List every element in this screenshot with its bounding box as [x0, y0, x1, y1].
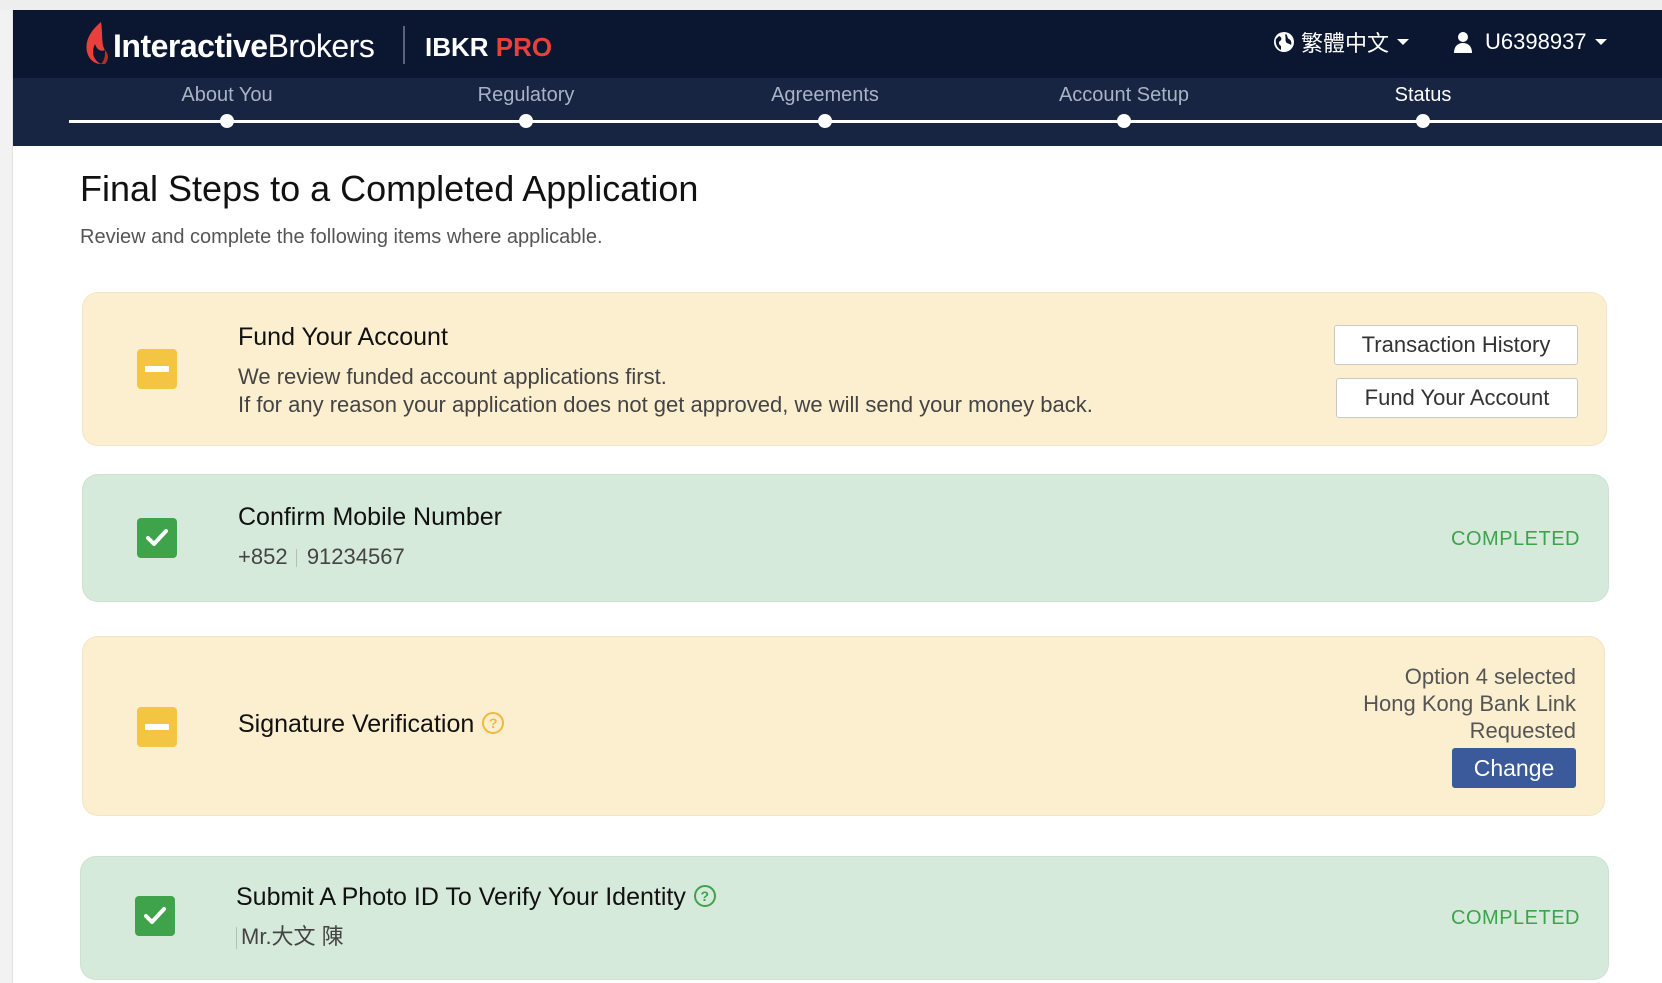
mobile-number: +852 91234567 — [238, 543, 405, 571]
number-separator — [295, 549, 297, 568]
photo-card-title: Submit A Photo ID To Verify Your Identit… — [236, 883, 716, 912]
fund-card-title: Fund Your Account — [238, 323, 448, 351]
step-dot-account-setup — [1117, 114, 1131, 128]
top-navbar: InteractiveBrokers IBKR PRO 繁體中文 U639893… — [13, 10, 1662, 78]
brand-name-light: Brokers — [267, 28, 375, 64]
signature-request-status: Requested — [1469, 718, 1576, 743]
signature-verification-card: Signature Verification? Option 4 selecte… — [82, 636, 1605, 816]
signature-card-title: Signature Verification? — [238, 710, 505, 739]
chevron-down-icon — [1397, 39, 1410, 45]
confirm-mobile-card: Confirm Mobile Number +852 91234567 COMP… — [82, 474, 1609, 602]
fund-account-card: Fund Your Account We review funded accou… — [82, 292, 1607, 446]
step-status[interactable]: Status — [1395, 84, 1452, 107]
mobile-card-title: Confirm Mobile Number — [238, 503, 502, 531]
user-account-dropdown[interactable]: U6398937 — [1453, 28, 1607, 56]
fund-card-line-1: We review funded account applications fi… — [238, 364, 667, 389]
signature-method: Hong Kong Bank Link — [1363, 691, 1576, 716]
window-top-edge — [0, 0, 1662, 10]
step-dot-agreements — [818, 114, 832, 128]
completed-status-label: COMPLETED — [1451, 528, 1580, 550]
globe-icon — [1274, 32, 1294, 52]
phone-number: 91234567 — [306, 544, 405, 569]
question-circle-icon[interactable]: ? — [693, 885, 716, 908]
name-separator — [236, 927, 237, 950]
fund-account-button[interactable]: Fund Your Account — [1336, 378, 1578, 418]
brand-logo[interactable]: InteractiveBrokers — [113, 28, 375, 65]
language-dropdown[interactable]: 繁體中文 — [1273, 28, 1410, 56]
checkmark-icon — [137, 518, 177, 558]
account-id: U6398937 — [1485, 29, 1587, 54]
window-left-edge — [0, 10, 13, 983]
product-name: IBKR PRO — [425, 32, 552, 63]
step-dot-about-you — [220, 114, 234, 128]
brand-name-bold: Interactive — [113, 28, 268, 64]
step-account-setup[interactable]: Account Setup — [1059, 84, 1189, 107]
signature-title-text: Signature Verification — [238, 710, 475, 738]
photo-id-card: Submit A Photo ID To Verify Your Identit… — [80, 856, 1609, 980]
photo-title-text: Submit A Photo ID To Verify Your Identit… — [236, 883, 686, 911]
chevron-down-icon — [1594, 39, 1607, 45]
page-subtitle: Review and complete the following items … — [80, 226, 603, 248]
logo-divider — [403, 26, 405, 64]
language-label: 繁體中文 — [1301, 31, 1390, 56]
question-circle-icon[interactable]: ? — [482, 712, 505, 735]
page-title: Final Steps to a Completed Application — [80, 168, 699, 209]
step-regulatory[interactable]: Regulatory — [478, 84, 575, 107]
step-dot-regulatory — [519, 114, 533, 128]
pending-status-icon — [137, 707, 177, 747]
step-about-you[interactable]: About You — [181, 84, 272, 107]
completed-status-label: COMPLETED — [1451, 907, 1580, 929]
step-agreements[interactable]: Agreements — [771, 84, 879, 107]
step-dot-status — [1416, 114, 1430, 128]
signature-status-block: Option 4 selected Hong Kong Bank Link Re… — [1276, 663, 1576, 745]
product-prefix: IBKR — [425, 32, 489, 62]
change-button[interactable]: Change — [1452, 748, 1576, 788]
flame-logo-icon — [86, 22, 108, 64]
transaction-history-button[interactable]: Transaction History — [1334, 325, 1578, 365]
progress-steps: About You Regulatory Agreements Account … — [13, 78, 1662, 146]
country-code: +852 — [238, 544, 288, 569]
user-icon — [1454, 32, 1472, 53]
signature-option: Option 4 selected — [1404, 664, 1576, 689]
product-suffix: PRO — [495, 32, 553, 62]
fund-card-line-2: If for any reason your application does … — [238, 392, 1093, 417]
pending-status-icon — [137, 349, 177, 389]
checkmark-icon — [135, 896, 175, 936]
photo-id-name-row: Mr.大文 陳 — [236, 923, 344, 951]
verified-name: Mr.大文 陳 — [241, 924, 344, 949]
